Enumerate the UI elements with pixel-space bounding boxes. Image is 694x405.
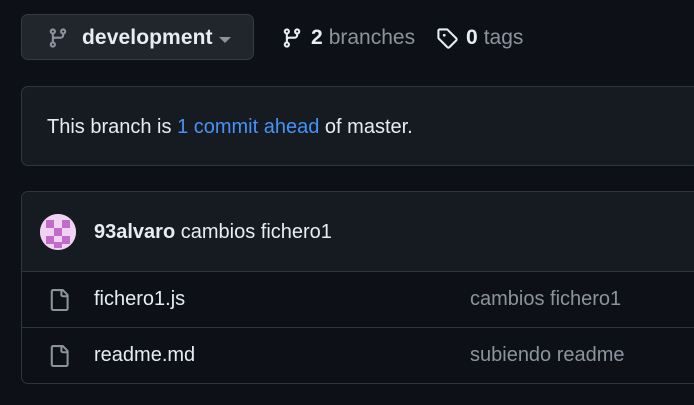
file-icon [50, 345, 69, 367]
file-name-link[interactable]: readme.md [94, 344, 195, 367]
comparison-prefix: This branch is [47, 116, 172, 138]
branch-selector-button[interactable]: development [21, 14, 254, 60]
tags-label: tags [483, 26, 524, 49]
file-icon [50, 289, 69, 311]
file-last-commit-message[interactable]: cambios fichero1 [470, 288, 621, 311]
latest-commit-info: 93alvaro cambios fichero1 [94, 221, 332, 244]
git-branch-icon [49, 28, 67, 48]
branches-link[interactable]: 2 branches [281, 24, 415, 52]
branch-comparison-notice: This branch is 1 commit ahead of master. [21, 86, 694, 166]
commit-message[interactable]: cambios fichero1 [181, 221, 332, 243]
file-row[interactable]: readme.md subiendo readme [22, 328, 694, 384]
latest-commit-row: 93alvaro cambios fichero1 [22, 192, 694, 272]
commits-ahead-link[interactable]: 1 commit ahead [177, 116, 319, 138]
branches-count: 2 [311, 26, 323, 49]
tags-count: 0 [466, 26, 478, 49]
file-name-link[interactable]: fichero1.js [94, 288, 185, 311]
branches-label: branches [328, 26, 416, 49]
tags-link[interactable]: 0 tags [436, 24, 523, 52]
file-row[interactable]: fichero1.js cambios fichero1 [22, 272, 694, 328]
commit-author[interactable]: 93alvaro [94, 221, 175, 243]
identicon-icon [40, 214, 76, 250]
chevron-down-icon [219, 37, 231, 43]
file-last-commit-message[interactable]: subiendo readme [470, 344, 625, 367]
comparison-suffix: of master. [324, 116, 413, 138]
current-branch-name: development [82, 26, 213, 49]
file-browser: 93alvaro cambios fichero1 fichero1.js ca… [21, 191, 694, 384]
avatar[interactable] [40, 214, 76, 250]
comparison-text: This branch is 1 commit ahead of master. [47, 116, 413, 139]
repo-page: development 2 branches 0 tags This branc… [0, 0, 694, 405]
tag-icon [437, 28, 458, 49]
git-branch-icon [283, 28, 301, 48]
